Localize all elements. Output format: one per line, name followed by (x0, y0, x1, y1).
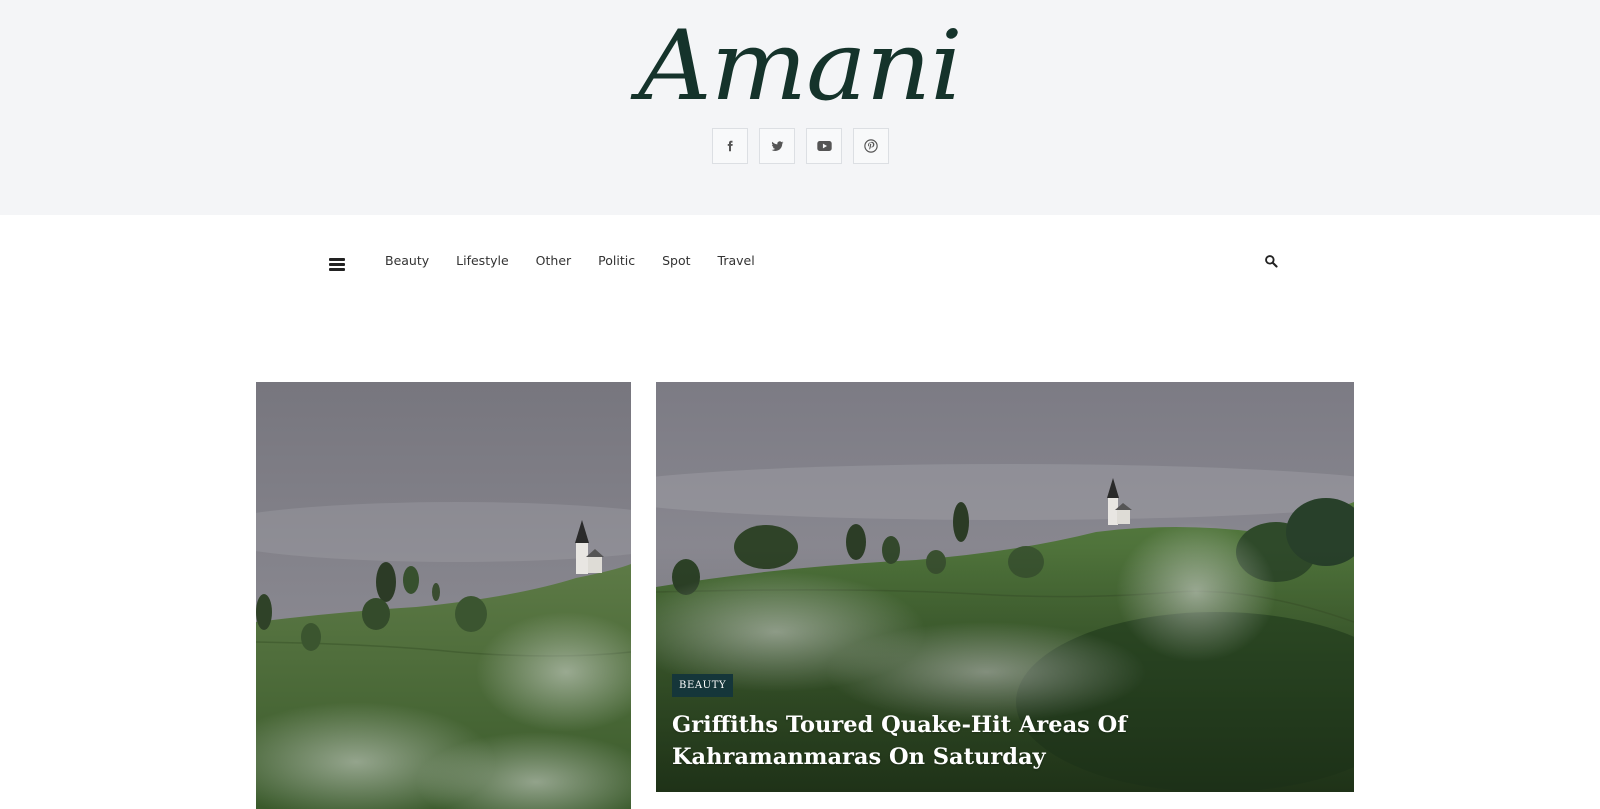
site-header: Amani (0, 0, 1600, 215)
youtube-icon (816, 141, 832, 151)
search-icon (1265, 255, 1278, 268)
nav-item-politic[interactable]: Politic (598, 253, 635, 268)
nav-item-other[interactable]: Other (536, 253, 572, 268)
featured-post-main[interactable]: BEAUTY Griffiths Toured Quake-Hit Areas … (656, 382, 1354, 792)
social-links (712, 128, 889, 164)
youtube-link[interactable] (806, 128, 842, 164)
nav-item-lifestyle[interactable]: Lifestyle (456, 253, 509, 268)
post-image (256, 382, 631, 809)
twitter-link[interactable] (759, 128, 795, 164)
nav-item-beauty[interactable]: Beauty (385, 253, 429, 268)
pinterest-link[interactable] (853, 128, 889, 164)
main-navigation: Beauty Lifestyle Other Politic Spot Trav… (0, 215, 1600, 310)
post-title[interactable]: Griffiths Toured Quake-Hit Areas Of Kahr… (672, 709, 1142, 773)
category-badge[interactable]: BEAUTY (672, 674, 734, 697)
nav-item-spot[interactable]: Spot (662, 253, 690, 268)
facebook-link[interactable] (712, 128, 748, 164)
category-menu: Beauty Lifestyle Other Politic Spot Trav… (385, 253, 782, 268)
site-logo[interactable]: Amani (0, 6, 1600, 126)
featured-post-left[interactable] (256, 382, 631, 809)
search-button[interactable] (1264, 254, 1280, 270)
hamburger-menu-icon[interactable] (327, 256, 347, 273)
pinterest-icon (864, 139, 878, 153)
nav-item-travel[interactable]: Travel (718, 253, 755, 268)
facebook-icon (727, 140, 733, 152)
twitter-icon (771, 140, 783, 151)
